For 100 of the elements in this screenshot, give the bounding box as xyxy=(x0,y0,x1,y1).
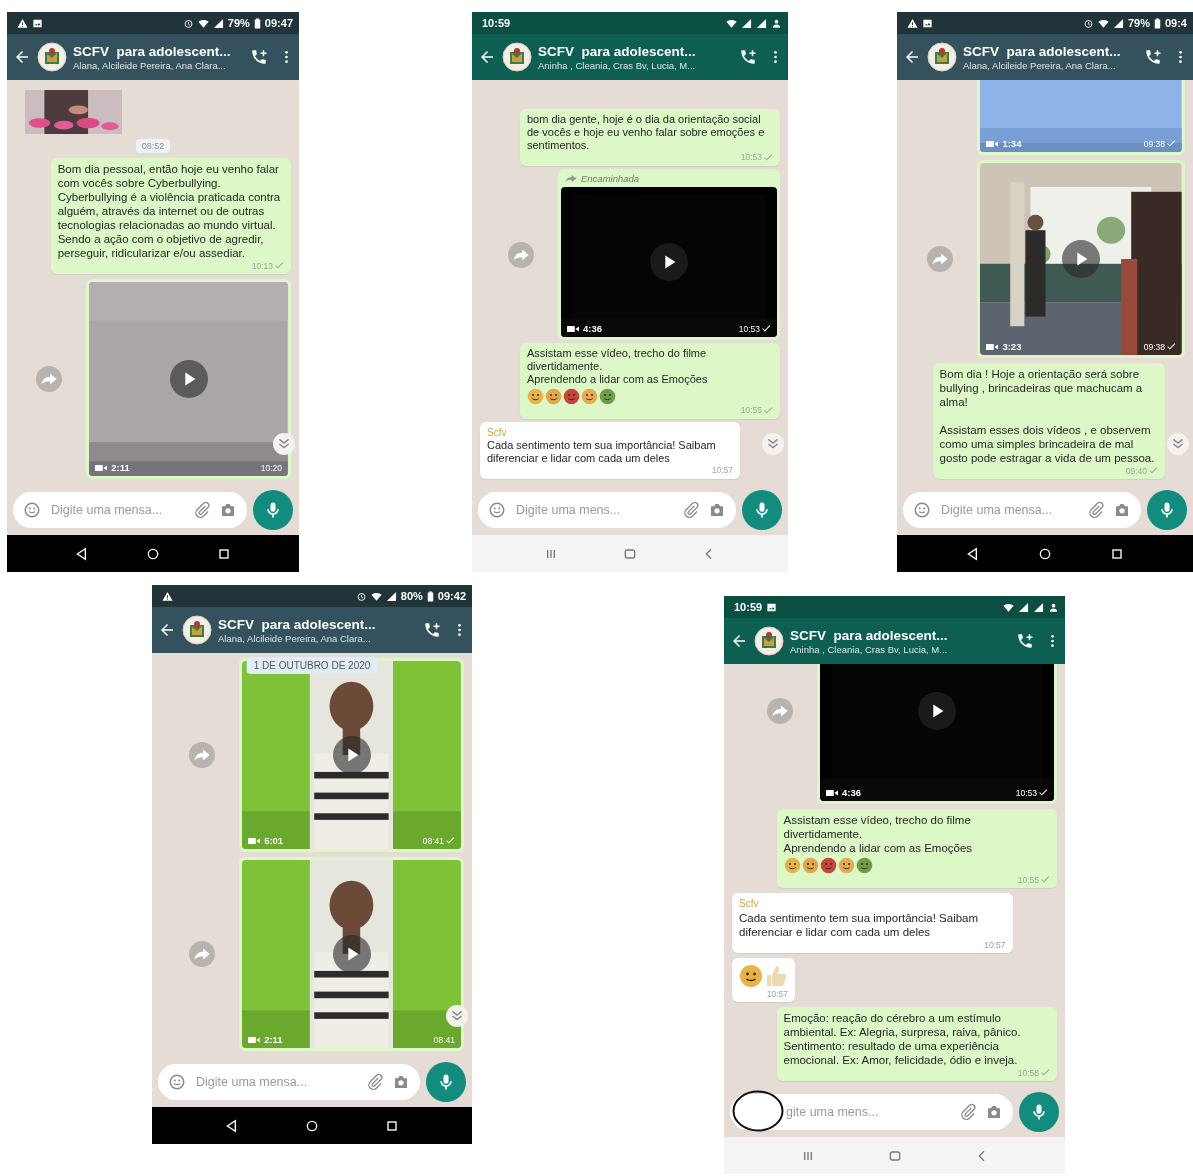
message-text: Assistam esse vídeo, trecho do filme divertidamente. Aprendendo a lidar com as Emoções xyxy=(527,347,709,386)
alarm-icon xyxy=(182,17,194,29)
chat-title[interactable]: SCFV para adolescent... xyxy=(790,627,1010,643)
message-field[interactable]: Digite uma mensa... xyxy=(158,1064,420,1100)
chat-members: Aninha , Cleania, Cras Bv, Lucia, M... xyxy=(538,59,697,71)
message-input[interactable]: Digite uma mensa... xyxy=(194,1074,358,1090)
battery-level: 79% xyxy=(227,17,250,29)
chat-title[interactable]: SCFV para adolescent... xyxy=(73,43,244,59)
scroll-down-button[interactable] xyxy=(273,433,295,455)
message-text: Cada sentimento tem sua importância! Saibam diferenciar e lidar com cada um deles xyxy=(487,439,717,465)
signal-icon xyxy=(1018,601,1029,613)
group-avatar[interactable] xyxy=(502,42,532,72)
chat-members: Alana, Alcileide Pereira, Ana Clara... xyxy=(963,59,1117,71)
time-chip: 08:52 xyxy=(135,139,171,153)
video-duration: 2:11 xyxy=(264,1034,283,1045)
mic-button[interactable] xyxy=(742,490,782,530)
add-call-icon[interactable] xyxy=(1016,632,1034,650)
menu-icon[interactable] xyxy=(1050,633,1055,649)
clock: 09:47 xyxy=(264,17,293,29)
scroll-down-button[interactable] xyxy=(1167,433,1189,455)
battery-level: 79% xyxy=(1127,17,1150,29)
clock: 10:59 xyxy=(734,601,763,613)
alarm-icon xyxy=(355,590,367,602)
video-duration: 2:11 xyxy=(111,462,130,473)
group-avatar[interactable] xyxy=(182,615,212,645)
emoji-icon[interactable] xyxy=(168,1073,186,1091)
video-camera-icon xyxy=(986,342,999,351)
message-field[interactable]: Digite uma mens... xyxy=(478,492,736,528)
video-camera-icon xyxy=(826,788,838,797)
chat-title[interactable]: SCFV para adolescent... xyxy=(538,43,733,59)
warning-icon xyxy=(162,590,173,602)
video-camera-icon xyxy=(248,1035,261,1044)
camera-icon[interactable] xyxy=(985,1103,1003,1121)
message-field[interactable]: Digite uma mensa... xyxy=(13,492,247,528)
menu-icon[interactable] xyxy=(1178,49,1183,65)
chat-title[interactable]: SCFV para adolescent... xyxy=(963,43,1138,59)
scroll-down-button[interactable] xyxy=(446,1005,468,1027)
video-duration: 3:23 xyxy=(1002,341,1022,352)
wifi-icon xyxy=(197,17,209,29)
message-time: 09:40 xyxy=(1125,464,1147,478)
message-text: Cada sentimento tem sua importância! Saibam diferenciar e lidar com cada um deles xyxy=(739,911,980,939)
attach-icon[interactable] xyxy=(366,1073,384,1091)
message-input[interactable]: Digite uma mensa... xyxy=(49,502,185,518)
emoji-icon[interactable] xyxy=(913,501,931,519)
chat-members: Alana, Alcileide Pereira, Ana Clara... xyxy=(73,59,227,71)
play-button[interactable] xyxy=(332,736,371,774)
video-camera-icon xyxy=(248,836,261,845)
emoji-icon[interactable] xyxy=(488,501,506,519)
emoji-icon[interactable] xyxy=(23,501,41,519)
add-call-icon[interactable] xyxy=(739,48,757,66)
chat-title[interactable]: SCFV para adolescent... xyxy=(218,616,417,632)
mic-button[interactable] xyxy=(1147,490,1187,530)
camera-icon[interactable] xyxy=(219,501,237,519)
clock: 10:59 xyxy=(482,17,511,29)
group-avatar[interactable] xyxy=(37,42,67,72)
message-time: 09:38 xyxy=(1143,138,1165,149)
video-camera-icon xyxy=(986,139,999,148)
group-avatar[interactable] xyxy=(927,42,957,72)
wifi-icon xyxy=(1097,17,1109,29)
menu-icon[interactable] xyxy=(773,49,778,65)
message-input[interactable]: Digite uma mensa... xyxy=(939,502,1079,518)
play-button[interactable] xyxy=(650,243,688,281)
sender-name: Scfv xyxy=(739,897,760,911)
scroll-down-button[interactable] xyxy=(762,433,784,455)
message-input[interactable]: Digite uma mens... xyxy=(514,502,674,518)
message-time: 09:38 xyxy=(1143,341,1165,352)
wifi-icon xyxy=(370,590,382,602)
mic-button[interactable] xyxy=(1019,1092,1059,1132)
person-icon xyxy=(771,17,782,29)
menu-icon[interactable] xyxy=(284,49,289,65)
message-time: 10:57 xyxy=(711,464,733,477)
add-call-icon[interactable] xyxy=(250,48,268,66)
attach-icon[interactable] xyxy=(682,501,700,519)
attach-icon[interactable] xyxy=(1087,501,1105,519)
add-call-icon[interactable] xyxy=(1144,48,1162,66)
play-button[interactable] xyxy=(918,692,956,730)
message-time: 10:53 xyxy=(740,151,762,164)
camera-icon[interactable] xyxy=(1113,501,1131,519)
signal-icon xyxy=(212,17,224,29)
play-button[interactable] xyxy=(169,360,208,398)
attach-icon[interactable] xyxy=(193,501,211,519)
battery-icon xyxy=(1153,17,1161,29)
message-text: Assistam esse vídeo, trecho do filme divertidamente. Aprendendo a lidar com as Emoções xyxy=(783,813,974,855)
mic-button[interactable] xyxy=(426,1062,466,1102)
attach-icon[interactable] xyxy=(959,1103,977,1121)
message-time: 10:53 xyxy=(1015,787,1037,798)
play-button[interactable] xyxy=(1062,240,1101,278)
forwarded-label: Encaminhada xyxy=(581,173,640,184)
group-avatar[interactable] xyxy=(754,626,784,656)
menu-icon[interactable] xyxy=(457,622,462,638)
message-field[interactable]: Digite uma mensa... xyxy=(903,492,1141,528)
date-chip: 1 DE OUTUBRO DE 2020 xyxy=(246,657,378,674)
battery-level: 80% xyxy=(400,590,423,602)
mic-button[interactable] xyxy=(253,490,293,530)
message-input[interactable]: gite uma mens... xyxy=(784,1104,951,1120)
message-text: bom dia gente, hoje é o dia da orientação social de vocês e hoje eu venho falar sobre emoções e sentimentos. xyxy=(527,113,766,152)
camera-icon[interactable] xyxy=(708,501,726,519)
camera-icon[interactable] xyxy=(392,1073,410,1091)
play-button[interactable] xyxy=(332,935,371,973)
add-call-icon[interactable] xyxy=(423,621,441,639)
